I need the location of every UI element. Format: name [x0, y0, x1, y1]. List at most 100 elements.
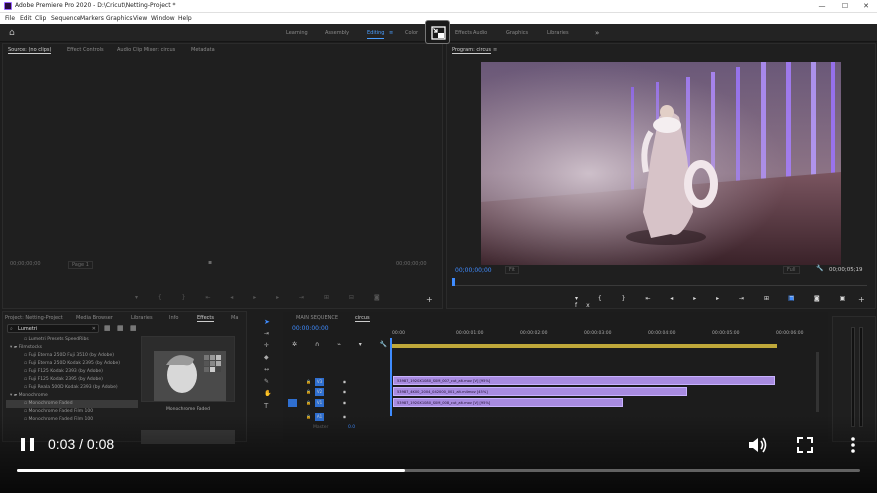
- tab-project[interactable]: Project: Netting-Project: [5, 312, 63, 324]
- effects-tree-item[interactable]: ▫ Monochrome Faded: [6, 400, 138, 408]
- workspace-more-icon[interactable]: »: [595, 24, 599, 42]
- menu-clip[interactable]: Clip: [35, 13, 46, 24]
- menu-view[interactable]: View: [133, 13, 147, 24]
- workspace-learning[interactable]: Learning: [286, 24, 308, 42]
- track-lock-icon[interactable]: 🔒: [304, 399, 313, 407]
- source-patch-button[interactable]: [288, 388, 297, 396]
- timeline-scrollbar[interactable]: [816, 352, 819, 412]
- maximize-button[interactable]: ☐: [834, 0, 856, 13]
- program-scrub-bar[interactable]: [452, 280, 867, 286]
- timeline-clip[interactable]: 53987_1920X1080_S0M_008_cut_alt.mov [V] …: [393, 398, 623, 407]
- timeline-clip[interactable]: 53987_4K00_2004_042000_001_alt.m4mov [45…: [393, 387, 687, 396]
- tab-effect-controls[interactable]: Effect Controls: [67, 44, 104, 56]
- tab-media-browser[interactable]: Media Browser: [76, 312, 113, 324]
- accelerated-effects-icon[interactable]: ▦: [104, 324, 111, 332]
- razor-tool-icon[interactable]: ◆: [264, 354, 269, 361]
- effects-tree-item[interactable]: ▫ Lumetri Presets SpeedRibs: [6, 336, 138, 344]
- workspace-menu-icon[interactable]: ≡: [389, 24, 393, 42]
- tab-metadata[interactable]: Metadata: [191, 44, 215, 56]
- home-icon[interactable]: ⌂: [9, 28, 19, 38]
- clear-search-icon[interactable]: ✕: [92, 325, 96, 333]
- effects-tree-item[interactable]: ▫ Fuji Eterna 250D Fuji 3510 (by Adobe): [6, 352, 138, 360]
- track-lock-icon[interactable]: 🔒: [304, 378, 313, 386]
- tab-info[interactable]: Info: [169, 312, 178, 324]
- track-visibility-icon[interactable]: ◉: [340, 378, 349, 386]
- tab-markers[interactable]: Ma: [231, 312, 238, 324]
- source-patch-button[interactable]: [288, 378, 297, 386]
- pen-tool-icon[interactable]: ✎: [264, 378, 269, 385]
- close-button[interactable]: ✕: [855, 0, 877, 13]
- track-target-label[interactable]: V1: [315, 399, 324, 407]
- track-select-tool-icon[interactable]: ⇥: [264, 330, 269, 337]
- fullscreen-button[interactable]: [794, 434, 816, 456]
- program-timecode-current[interactable]: 00;00;00;00: [455, 267, 492, 274]
- source-add-button-icon[interactable]: +: [426, 295, 433, 304]
- minimize-button[interactable]: —: [811, 0, 833, 13]
- menu-file[interactable]: File: [5, 13, 15, 24]
- hand-tool-icon[interactable]: ✋: [264, 390, 271, 397]
- clip-label: 53987_1920X1080_S0M_008_cut_alt.mov [V] …: [397, 401, 491, 405]
- effects-search-input[interactable]: ⌕ Lumetri ✕: [7, 324, 99, 333]
- source-settings-icon[interactable]: ▪: [208, 259, 212, 266]
- tab-program[interactable]: Program: circus: [452, 44, 491, 56]
- timeline-snap-tools[interactable]: ✲ ∩ ⌁ ▾ 🔧: [292, 341, 395, 348]
- effects-tree-item[interactable]: ▾ ▰ Filmstocks: [6, 344, 138, 352]
- menu-help[interactable]: Help: [178, 13, 192, 24]
- menu-markers[interactable]: Markers: [80, 13, 104, 24]
- program-quality-select[interactable]: Full: [783, 266, 800, 274]
- source-transport-controls[interactable]: ▾ { } ⇤ ◂ ▸ ▸ ⇥ ⊞ ⊟ ◙: [135, 294, 389, 301]
- effects-tree-item[interactable]: ▫ Fuji F125 Kodak 2393 (by Adobe): [6, 368, 138, 376]
- program-fit-select[interactable]: Fit: [505, 266, 519, 274]
- program-menu-icon[interactable]: ≡: [493, 44, 497, 56]
- picture-in-picture-button[interactable]: [425, 20, 450, 44]
- program-settings-icon[interactable]: 🔧: [816, 265, 823, 272]
- menu-window[interactable]: Window: [151, 13, 175, 24]
- track-visibility-icon[interactable]: ◉: [340, 388, 349, 396]
- workspace-assembly[interactable]: Assembly: [325, 24, 349, 42]
- timeline-playhead[interactable]: [390, 338, 392, 416]
- effects-tree-item[interactable]: ▫ Fuji Eterna 250D Kodak 2395 (by Adobe): [6, 360, 138, 368]
- source-timecode-in[interactable]: 00;00;00;00: [10, 261, 41, 267]
- type-tool-icon[interactable]: T: [264, 402, 268, 410]
- more-options-button[interactable]: [843, 434, 863, 456]
- menu-edit[interactable]: Edit: [20, 13, 32, 24]
- effects-tree-item[interactable]: ▾ ▰ Monochrome: [6, 392, 138, 400]
- selection-tool-icon[interactable]: ➤: [264, 318, 270, 326]
- source-page-select[interactable]: Page 1: [68, 261, 93, 269]
- workspace-libraries[interactable]: Libraries: [547, 24, 569, 42]
- program-comparison-icon[interactable]: ▣: [788, 294, 795, 302]
- menu-graphics[interactable]: Graphics: [106, 13, 133, 24]
- tab-main-sequence[interactable]: MAIN SEQUENCE: [296, 312, 338, 324]
- program-transport-controls[interactable]: ▾ { } ⇤ ◂ ▸ ▸ ⇥ ⊞ ⊟ ◙ ▣ fx: [575, 295, 877, 309]
- workspace-effects[interactable]: Effects: [455, 24, 472, 42]
- tab-source[interactable]: Source: (no clips): [8, 44, 52, 56]
- track-target-label[interactable]: V3: [315, 378, 324, 386]
- 32bit-effects-icon[interactable]: ▦: [117, 324, 124, 332]
- tab-circus[interactable]: circus: [355, 312, 370, 324]
- menu-sequence[interactable]: Sequence: [51, 13, 81, 24]
- timeline-timecode[interactable]: 00:00:00:00: [292, 325, 329, 332]
- volume-button[interactable]: [746, 434, 768, 456]
- timeline-clip[interactable]: 53987_1920X1080_S0M_007_cut_alt.mov [V] …: [393, 376, 775, 385]
- tab-libraries[interactable]: Libraries: [131, 312, 153, 324]
- yuv-effects-icon[interactable]: ▦: [130, 324, 137, 332]
- slip-tool-icon[interactable]: ↔: [264, 366, 269, 373]
- workspace-audio[interactable]: Audio: [473, 24, 487, 42]
- effects-tree-item[interactable]: ▫ Fuji F125 Kodak 2395 (by Adobe): [6, 376, 138, 384]
- track-visibility-icon[interactable]: ◉: [340, 399, 349, 407]
- track-target-label[interactable]: V2: [315, 388, 324, 396]
- effects-tree-item[interactable]: ▫ Fuji Reala 500D Kodak 2393 (by Adobe): [6, 384, 138, 392]
- workspace-graphics[interactable]: Graphics: [506, 24, 528, 42]
- work-area-bar[interactable]: [392, 344, 777, 348]
- ripple-edit-tool-icon[interactable]: ✛: [264, 342, 269, 349]
- workspace-color[interactable]: Color: [405, 24, 418, 42]
- pause-button[interactable]: [14, 430, 42, 458]
- source-patch-button[interactable]: [288, 399, 297, 407]
- tab-audio-clip-mixer[interactable]: Audio Clip Mixer: circus: [117, 44, 175, 56]
- workspace-editing[interactable]: Editing: [367, 24, 385, 42]
- program-playhead[interactable]: [452, 278, 455, 286]
- monochrome-faded-thumbnail[interactable]: [141, 336, 235, 402]
- track-lock-icon[interactable]: 🔒: [304, 388, 313, 396]
- program-add-button-icon[interactable]: +: [858, 295, 865, 304]
- tab-effects[interactable]: Effects: [197, 312, 214, 324]
